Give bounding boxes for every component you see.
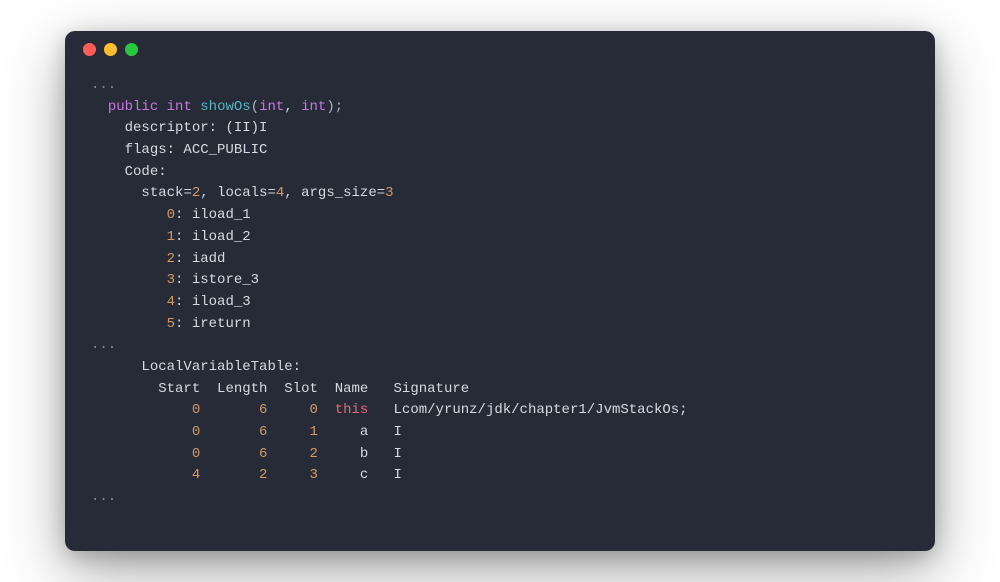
ellipsis: ... xyxy=(91,487,909,509)
flags-line: flags: ACC_PUBLIC xyxy=(91,140,909,162)
maximize-icon[interactable] xyxy=(125,43,138,56)
lvt-label: LocalVariableTable: xyxy=(91,357,909,379)
stack-line: stack=2, locals=4, args_size=3 xyxy=(91,183,909,205)
lvt-row: 0 6 0 this Lcom/yrunz/jdk/chapter1/JvmSt… xyxy=(91,400,909,422)
bytecode-instruction: 2: iadd xyxy=(91,249,909,271)
lvt-row: 0 6 2 b I xyxy=(91,444,909,466)
lvt-row: 4 2 3 c I xyxy=(91,465,909,487)
ellipsis: ... xyxy=(91,75,909,97)
close-icon[interactable] xyxy=(83,43,96,56)
lvt-header: Start Length Slot Name Signature xyxy=(91,379,909,401)
lvt-row: 0 6 1 a I xyxy=(91,422,909,444)
titlebar xyxy=(65,31,935,67)
terminal-window: ... public int showOs(int, int); descrip… xyxy=(65,31,935,551)
bytecode-instruction: 3: istore_3 xyxy=(91,270,909,292)
method-signature: public int showOs(int, int); xyxy=(91,97,909,119)
code-label: Code: xyxy=(91,162,909,184)
code-content: ... public int showOs(int, int); descrip… xyxy=(65,67,935,527)
minimize-icon[interactable] xyxy=(104,43,117,56)
ellipsis: ... xyxy=(91,335,909,357)
bytecode-instruction: 4: iload_3 xyxy=(91,292,909,314)
descriptor-line: descriptor: (II)I xyxy=(91,118,909,140)
bytecode-instruction: 1: iload_2 xyxy=(91,227,909,249)
bytecode-instruction: 5: ireturn xyxy=(91,314,909,336)
bytecode-instruction: 0: iload_1 xyxy=(91,205,909,227)
